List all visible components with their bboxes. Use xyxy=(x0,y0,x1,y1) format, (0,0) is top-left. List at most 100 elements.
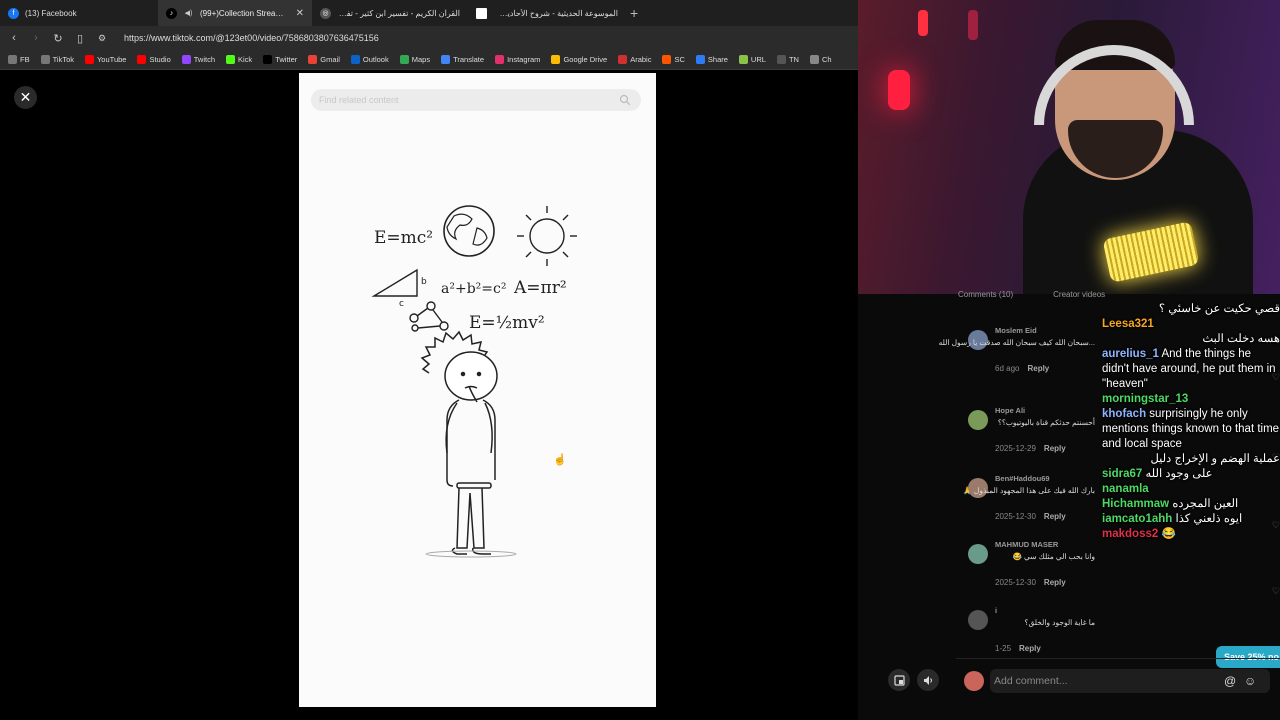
screen: f (13) Facebook ♪ ◀) (99+)Collection Str… xyxy=(0,0,1280,720)
related-search-input[interactable] xyxy=(319,95,609,105)
heart-icon[interactable]: ♡ xyxy=(1272,586,1280,597)
tab-hadith[interactable]: الموسوعة الحديثية - شروح الأحاديث - ال xyxy=(468,0,626,26)
comment-meta: 1-25 Reply xyxy=(995,644,1041,653)
bookmark-label: Translate xyxy=(453,55,485,64)
forward-icon[interactable]: › xyxy=(30,32,42,44)
facebook-icon: f xyxy=(8,7,19,19)
site-info-icon[interactable]: ⚙ xyxy=(96,33,108,44)
bookmark-label: Arabic xyxy=(630,55,652,64)
comment-text: ما غاية الوجود والخلق؟ xyxy=(1024,618,1095,627)
formula-kinetic: E=½mv² xyxy=(469,313,545,333)
comment-username[interactable]: i xyxy=(995,606,997,615)
comment-username[interactable]: Moslem Eid xyxy=(995,326,1037,335)
bookmarks-bar: FB TikTok YouTube Studio Twitch Kick Twitter Gm… xyxy=(0,50,858,70)
bookmark-kick[interactable]: Kick xyxy=(226,55,252,64)
tab-label: (13) Facebook xyxy=(25,8,77,18)
back-icon[interactable]: ‹ xyxy=(8,32,20,44)
close-icon[interactable]: ✕ xyxy=(14,86,37,109)
comment-date: 2025-12-29 xyxy=(995,444,1036,453)
avatar xyxy=(964,671,984,691)
bookmark-maps[interactable]: Maps xyxy=(399,55,430,64)
comments-tabs: Comments (10) Creator videos xyxy=(958,290,1278,299)
mention-icon[interactable]: @ xyxy=(1224,674,1236,688)
chat-text: ايوه ذلعني كذا xyxy=(1175,513,1243,525)
avatar[interactable] xyxy=(968,410,988,430)
bookmark-sc[interactable]: SC xyxy=(662,55,685,64)
mouse-cursor: ☝ xyxy=(553,454,567,466)
bookmark-share[interactable]: Share xyxy=(695,55,728,64)
bookmark-arabic[interactable]: Arabic xyxy=(618,55,651,64)
comment-meta: 2025-12-29 Reply xyxy=(995,444,1066,453)
tab-label: (99+)Collection Stream creat xyxy=(200,8,290,18)
avatar[interactable] xyxy=(968,610,988,630)
bookmark-label: TikTok xyxy=(52,55,74,64)
bookmark-fb[interactable]: FB xyxy=(8,55,30,64)
bookmark-twitter[interactable]: Twitter xyxy=(263,55,297,64)
bookmark-tiktok[interactable]: TikTok xyxy=(40,55,74,64)
avatar[interactable] xyxy=(968,544,988,564)
sun-icon xyxy=(517,206,577,266)
comment-username[interactable]: Hope Ali xyxy=(995,406,1025,415)
bookmark-instagram[interactable]: Instagram xyxy=(495,55,540,64)
bookmark-tn[interactable]: TN xyxy=(776,55,799,64)
tab-tiktok[interactable]: ♪ ◀) (99+)Collection Stream creat ✕ xyxy=(158,0,312,26)
comment-input-wrap[interactable]: @ ☺ xyxy=(990,669,1270,693)
chat-username: nanamla xyxy=(1102,483,1149,495)
tab-comments[interactable]: Comments (10) xyxy=(958,290,1013,299)
reply-button[interactable]: Reply xyxy=(1019,644,1041,653)
bookmark-icon[interactable]: ▯ xyxy=(74,32,86,45)
bookmark-label: YouTube xyxy=(96,55,127,64)
reload-icon[interactable]: ↻ xyxy=(52,32,64,45)
tab-facebook[interactable]: f (13) Facebook xyxy=(0,0,158,26)
emoji-icon[interactable]: ☺ xyxy=(1244,674,1256,688)
comment-date: 1-25 xyxy=(995,644,1012,653)
tab-tafsir[interactable]: ◎ القرآن الكريم - تفسير ابن كثير - تفسير xyxy=(312,0,468,26)
formula-pythagoras: a²+b²=c² xyxy=(441,281,506,297)
chat-message: عملية الهضم و الإخراج دليل xyxy=(1102,452,1280,467)
bookmark-translate[interactable]: Translate xyxy=(441,55,484,64)
bookmark-youtube[interactable]: YouTube xyxy=(84,55,127,64)
close-tab-icon[interactable]: ✕ xyxy=(296,8,304,19)
comment-username[interactable]: MAHMUD MASER xyxy=(995,540,1058,549)
bookmark-url[interactable]: URL xyxy=(738,55,766,64)
globe-icon xyxy=(443,205,495,257)
comment-meta: 2025-12-30 Reply xyxy=(995,512,1066,521)
bookmark-outlook[interactable]: Outlook xyxy=(350,55,389,64)
translate-icon xyxy=(441,55,451,64)
outlook-icon xyxy=(350,55,360,64)
arabic-icon xyxy=(618,55,628,64)
reply-button[interactable]: Reply xyxy=(1044,512,1066,521)
url-field[interactable]: https://www.tiktok.com/@123et00/video/75… xyxy=(124,33,379,43)
webcam-feed xyxy=(858,0,1280,294)
new-tab-button[interactable]: + xyxy=(626,5,638,21)
comment-input[interactable] xyxy=(994,675,1214,687)
bookmark-gmail[interactable]: Gmail xyxy=(308,55,340,64)
x-icon xyxy=(263,55,273,64)
bookmark-label: Gmail xyxy=(320,55,340,64)
volume-button[interactable] xyxy=(917,669,939,691)
bookmark-label: Ch xyxy=(821,55,832,64)
chat-message: sidra67 على وجود الله xyxy=(1102,467,1280,482)
chat-text: قصي حكيت عن خاسئي ؟ xyxy=(1158,303,1280,315)
reply-button[interactable]: Reply xyxy=(1027,364,1049,373)
reply-button[interactable]: Reply xyxy=(1044,578,1066,587)
search-icon[interactable] xyxy=(619,94,631,106)
bookmark-studio[interactable]: Studio xyxy=(137,55,171,64)
bookmark-twitch[interactable]: Twitch xyxy=(181,55,215,64)
bookmark-ch[interactable]: Ch xyxy=(809,55,832,64)
reply-button[interactable]: Reply xyxy=(1044,444,1066,453)
related-search[interactable] xyxy=(311,89,641,111)
comment-username[interactable]: Ben#Haddou69 xyxy=(995,474,1050,483)
pip-button[interactable] xyxy=(888,669,910,691)
tab-creator-videos[interactable]: Creator videos xyxy=(1053,290,1105,299)
tiktok-icon: ♪ xyxy=(166,7,177,19)
svg-text:b: b xyxy=(421,277,427,287)
chat-message: هسه دخلت البث xyxy=(1102,332,1280,347)
chat-text: على وجود الله xyxy=(1145,468,1213,480)
sc-icon xyxy=(662,55,672,64)
triangle-icon: c b xyxy=(371,268,427,309)
comment-meta: 6d ago Reply xyxy=(995,364,1049,373)
chat-username: sidra67 xyxy=(1102,468,1143,480)
bookmark-google-drive[interactable]: Google Drive xyxy=(551,55,607,64)
video-frame[interactable]: E=mc² xyxy=(299,73,656,707)
